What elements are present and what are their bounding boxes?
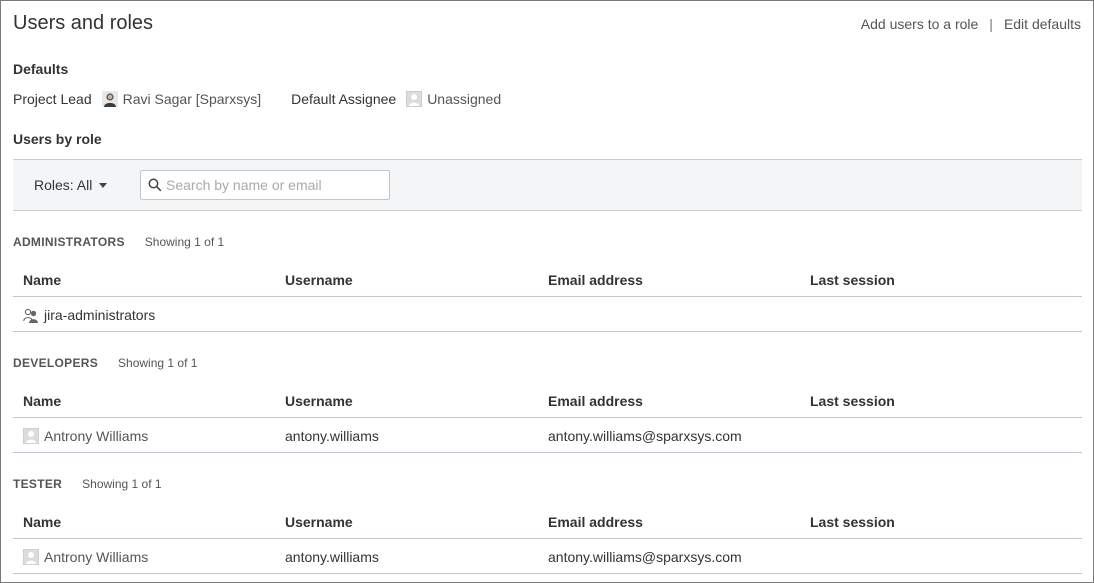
- chevron-down-icon: [99, 182, 108, 188]
- col-email: Email address: [548, 272, 643, 288]
- table-header: Name Username Email address Last session: [13, 504, 1082, 539]
- project-lead-label: Project Lead: [13, 91, 92, 107]
- user-avatar-icon: [22, 427, 40, 445]
- role-table-developers: Name Username Email address Last session…: [13, 383, 1082, 453]
- actions-separator: |: [989, 16, 993, 32]
- col-name: Name: [23, 514, 62, 530]
- col-username: Username: [285, 393, 353, 409]
- role-name: ADMINISTRATORS: [13, 235, 125, 249]
- col-username: Username: [285, 272, 353, 288]
- col-last-session: Last session: [810, 393, 895, 409]
- search-icon: [148, 178, 162, 192]
- role-count: Showing 1 of 1: [118, 356, 198, 370]
- table-header: Name Username Email address Last session: [13, 383, 1082, 418]
- default-avatar-icon: [405, 90, 423, 108]
- user-name[interactable]: Antrony Williams: [44, 549, 148, 565]
- roles-filter-dropdown[interactable]: Roles: All: [34, 177, 108, 193]
- roles-filter-label: Roles: All: [34, 177, 93, 193]
- user-name[interactable]: Antrony Williams: [44, 428, 148, 444]
- group-icon: [23, 307, 39, 323]
- role-heading-developers: DEVELOPERS Showing 1 of 1: [13, 356, 197, 370]
- add-users-to-role-link[interactable]: Add users to a role: [861, 16, 979, 32]
- role-table-tester: Name Username Email address Last session…: [13, 504, 1082, 574]
- col-last-session: Last session: [810, 514, 895, 530]
- username-cell: antony.williams: [285, 549, 379, 565]
- defaults-heading: Defaults: [13, 61, 69, 77]
- username-cell: antony.williams: [285, 428, 379, 444]
- col-email: Email address: [548, 514, 643, 530]
- role-name: TESTER: [13, 477, 63, 491]
- edit-defaults-link[interactable]: Edit defaults: [1004, 16, 1081, 32]
- table-row: jira-administrators: [13, 297, 1082, 332]
- user-avatar-icon: [101, 91, 118, 107]
- name-cell: jira-administrators: [23, 307, 155, 323]
- col-username: Username: [285, 514, 353, 530]
- defaults-row: Project Lead Ravi Sagar [Sparxsys] Defau…: [13, 90, 501, 108]
- table-row: Antrony Williams antony.williams antony.…: [13, 539, 1082, 574]
- role-table-administrators: Name Username Email address Last session…: [13, 262, 1082, 332]
- email-cell: antony.williams@sparxsys.com: [548, 549, 742, 565]
- name-cell: Antrony Williams: [22, 427, 148, 445]
- role-count: Showing 1 of 1: [82, 477, 162, 491]
- project-lead-value[interactable]: Ravi Sagar [Sparxsys]: [123, 91, 262, 107]
- search-input[interactable]: [166, 175, 384, 195]
- role-count: Showing 1 of 1: [144, 235, 225, 249]
- role-name: DEVELOPERS: [13, 356, 99, 370]
- page-title: Users and roles: [13, 12, 154, 34]
- filter-bar: Roles: All: [13, 159, 1082, 211]
- group-name[interactable]: jira-administrators: [44, 307, 155, 323]
- col-last-session: Last session: [810, 272, 895, 288]
- email-cell: antony.williams@sparxsys.com: [548, 428, 742, 444]
- search-box[interactable]: [140, 170, 390, 200]
- default-assignee-label: Default Assignee: [291, 91, 397, 107]
- table-row: Antrony Williams antony.williams antony.…: [13, 418, 1082, 453]
- role-heading-administrators: ADMINISTRATORS Showing 1 of 1: [13, 235, 224, 249]
- header-actions: Add users to a role | Edit defaults: [861, 16, 1081, 32]
- col-name: Name: [23, 393, 62, 409]
- table-header: Name Username Email address Last session: [13, 262, 1082, 297]
- users-by-role-heading: Users by role: [13, 131, 102, 147]
- col-name: Name: [23, 272, 62, 288]
- name-cell: Antrony Williams: [22, 548, 148, 566]
- user-avatar-icon: [22, 548, 40, 566]
- default-assignee-value: Unassigned: [427, 91, 502, 107]
- col-email: Email address: [548, 393, 643, 409]
- role-heading-tester: TESTER Showing 1 of 1: [13, 477, 162, 491]
